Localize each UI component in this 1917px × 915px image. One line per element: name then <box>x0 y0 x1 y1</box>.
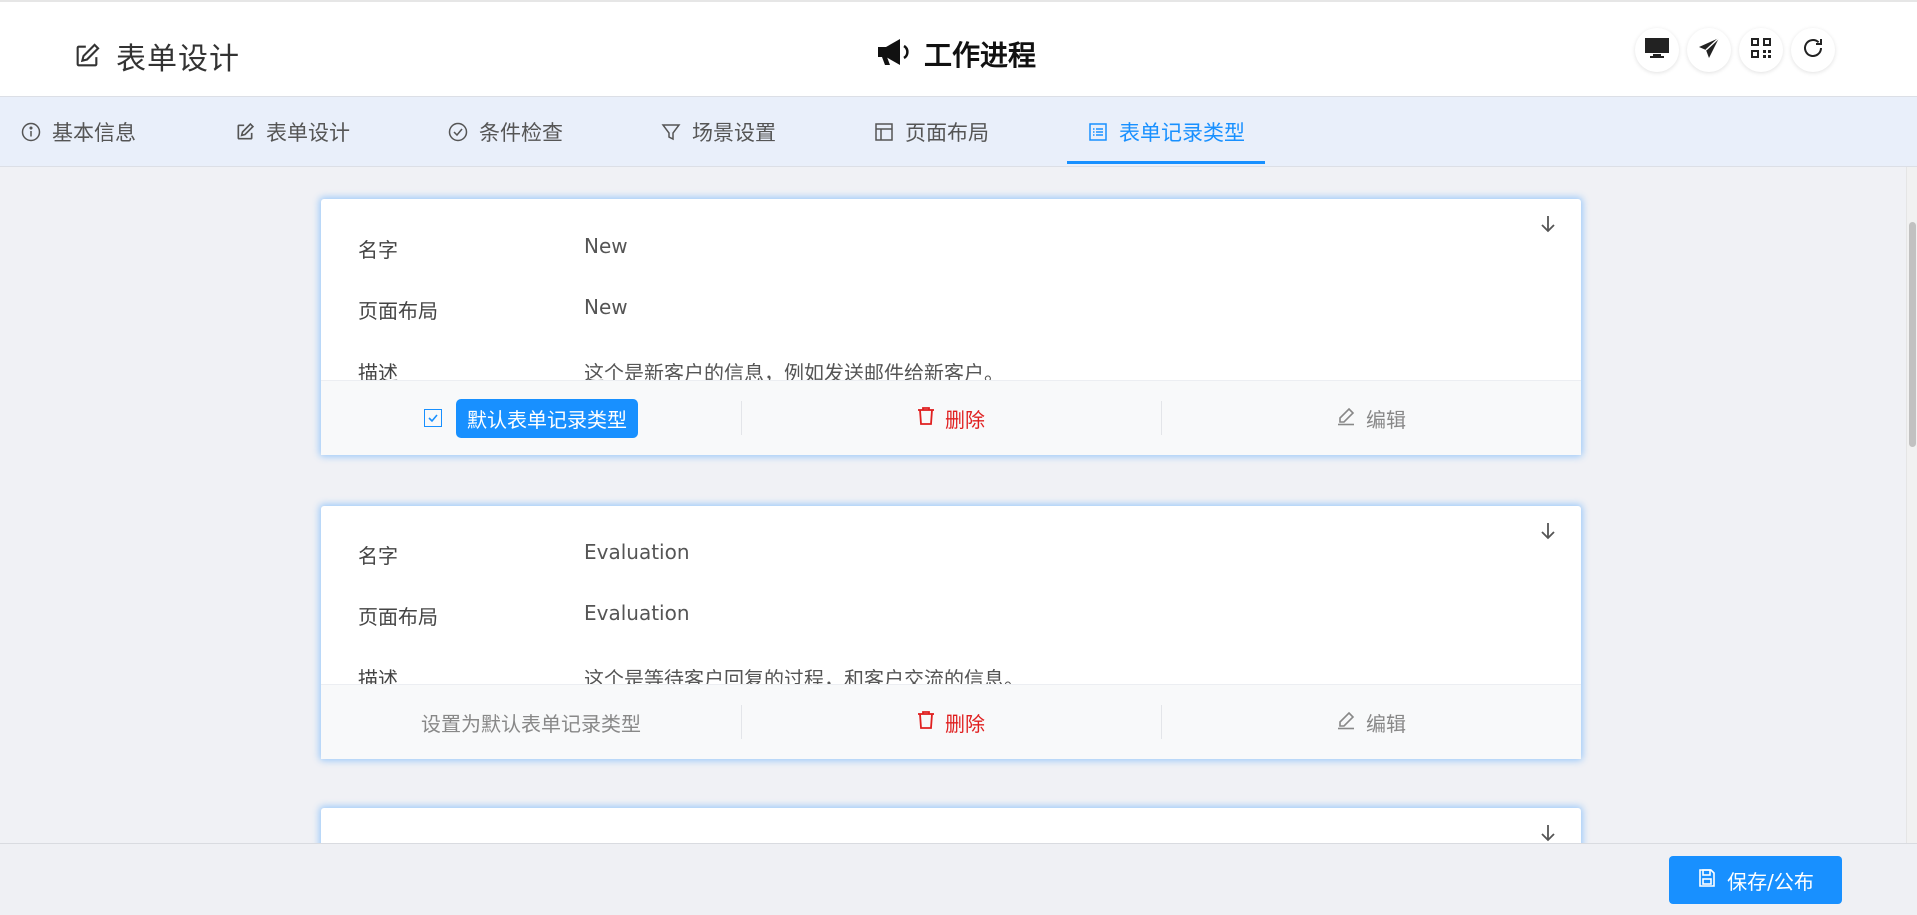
default-cell: 默认表单记录类型 <box>321 381 741 455</box>
tab-label: 场景设置 <box>692 121 776 145</box>
name-row: 名字 Evaluation <box>358 540 690 569</box>
record-type-card: 名字 New 页面布局 New 描述 这个是新客户的信息，例如发送邮件给新客户。… <box>321 199 1581 455</box>
record-type-list: 名字 New 页面布局 New 描述 这个是新客户的信息，例如发送邮件给新客户。… <box>0 167 1906 843</box>
layout-label: 页面布局 <box>358 605 438 629</box>
refresh-icon <box>1801 36 1825 64</box>
trash-icon <box>917 406 935 431</box>
bottom-bar: 保存/公布 <box>0 843 1917 915</box>
card-actions: 默认表单记录类型 删除 编辑 <box>321 380 1581 455</box>
edit-button[interactable]: 编辑 <box>1161 381 1581 455</box>
tab-page-layout[interactable]: 页面布局 <box>873 97 989 167</box>
edit-icon <box>234 121 256 143</box>
header-left: 表单设计 <box>72 34 240 78</box>
name-value: Evaluation <box>584 540 690 564</box>
set-default-label: 设置为默认表单记录类型 <box>421 711 641 736</box>
pen-icon <box>1336 406 1356 431</box>
preview-button[interactable] <box>1635 28 1679 72</box>
header-center: 工作进程 <box>876 34 1036 74</box>
delete-label: 删除 <box>945 711 985 736</box>
tab-condition-check[interactable]: 条件检查 <box>447 97 563 167</box>
record-type-card <box>321 808 1581 843</box>
edit-label: 编辑 <box>1366 711 1406 736</box>
arrow-down-icon[interactable] <box>1537 822 1559 843</box>
tab-label: 页面布局 <box>905 121 989 145</box>
edit-button[interactable]: 编辑 <box>1161 685 1581 759</box>
megaphone-icon <box>876 37 912 71</box>
name-label: 名字 <box>358 238 398 262</box>
arrow-down-icon[interactable] <box>1537 520 1559 542</box>
monitor-icon <box>1644 36 1670 64</box>
record-type-card: 名字 Evaluation 页面布局 Evaluation 描述 这个是等待客户… <box>321 506 1581 759</box>
name-value: New <box>584 234 628 258</box>
arrow-down-icon[interactable] <box>1537 213 1559 235</box>
layout-value: Evaluation <box>584 601 690 625</box>
edit-icon <box>72 41 102 71</box>
vertical-scrollbar[interactable] <box>1906 167 1917 843</box>
tab-label: 表单记录类型 <box>1119 121 1245 145</box>
default-checkbox[interactable] <box>424 409 442 427</box>
default-badge: 默认表单记录类型 <box>456 398 638 438</box>
layout-row: 页面布局 Evaluation <box>358 601 690 630</box>
header-left-title: 表单设计 <box>116 42 240 77</box>
tab-basic-info[interactable]: 基本信息 <box>20 97 136 167</box>
tab-form-design[interactable]: 表单设计 <box>234 97 350 167</box>
top-header: 表单设计 工作进程 <box>0 0 1917 97</box>
delete-button[interactable]: 删除 <box>741 685 1161 759</box>
save-label: 保存/公布 <box>1727 869 1814 894</box>
qrcode-button[interactable] <box>1739 28 1783 72</box>
delete-label: 删除 <box>945 407 985 432</box>
trash-icon <box>917 710 935 735</box>
page-title: 工作进程 <box>924 39 1037 72</box>
save-icon <box>1697 868 1717 893</box>
tab-scene-settings[interactable]: 场景设置 <box>660 97 776 167</box>
qrcode-icon <box>1750 37 1772 63</box>
send-icon <box>1696 36 1722 64</box>
list-icon <box>1087 121 1109 143</box>
layout-row: 页面布局 New <box>358 295 628 324</box>
tab-label: 表单设计 <box>266 121 350 145</box>
tab-record-types[interactable]: 表单记录类型 <box>1067 97 1265 167</box>
layout-value: New <box>584 295 628 319</box>
edit-label: 编辑 <box>1366 407 1406 432</box>
send-button[interactable] <box>1687 28 1731 72</box>
refresh-button[interactable] <box>1791 28 1835 72</box>
set-default-button[interactable]: 设置为默认表单记录类型 <box>321 685 741 759</box>
header-actions <box>1635 28 1835 72</box>
tab-label: 基本信息 <box>52 121 136 145</box>
name-label: 名字 <box>358 544 398 568</box>
name-row: 名字 New <box>358 234 628 263</box>
info-icon <box>20 121 42 143</box>
card-actions: 设置为默认表单记录类型 删除 编辑 <box>321 684 1581 759</box>
tab-bar: 基本信息 表单设计 条件检查 场景设置 页面布局 表单记录类型 <box>0 97 1917 167</box>
layout-icon <box>873 121 895 143</box>
check-circle-icon <box>447 121 469 143</box>
pen-icon <box>1336 710 1356 735</box>
filter-icon <box>660 121 682 143</box>
layout-label: 页面布局 <box>358 299 438 323</box>
tab-label: 条件检查 <box>479 121 563 145</box>
scrollbar-thumb[interactable] <box>1909 222 1916 447</box>
delete-button[interactable]: 删除 <box>741 381 1161 455</box>
save-publish-button[interactable]: 保存/公布 <box>1669 856 1842 904</box>
